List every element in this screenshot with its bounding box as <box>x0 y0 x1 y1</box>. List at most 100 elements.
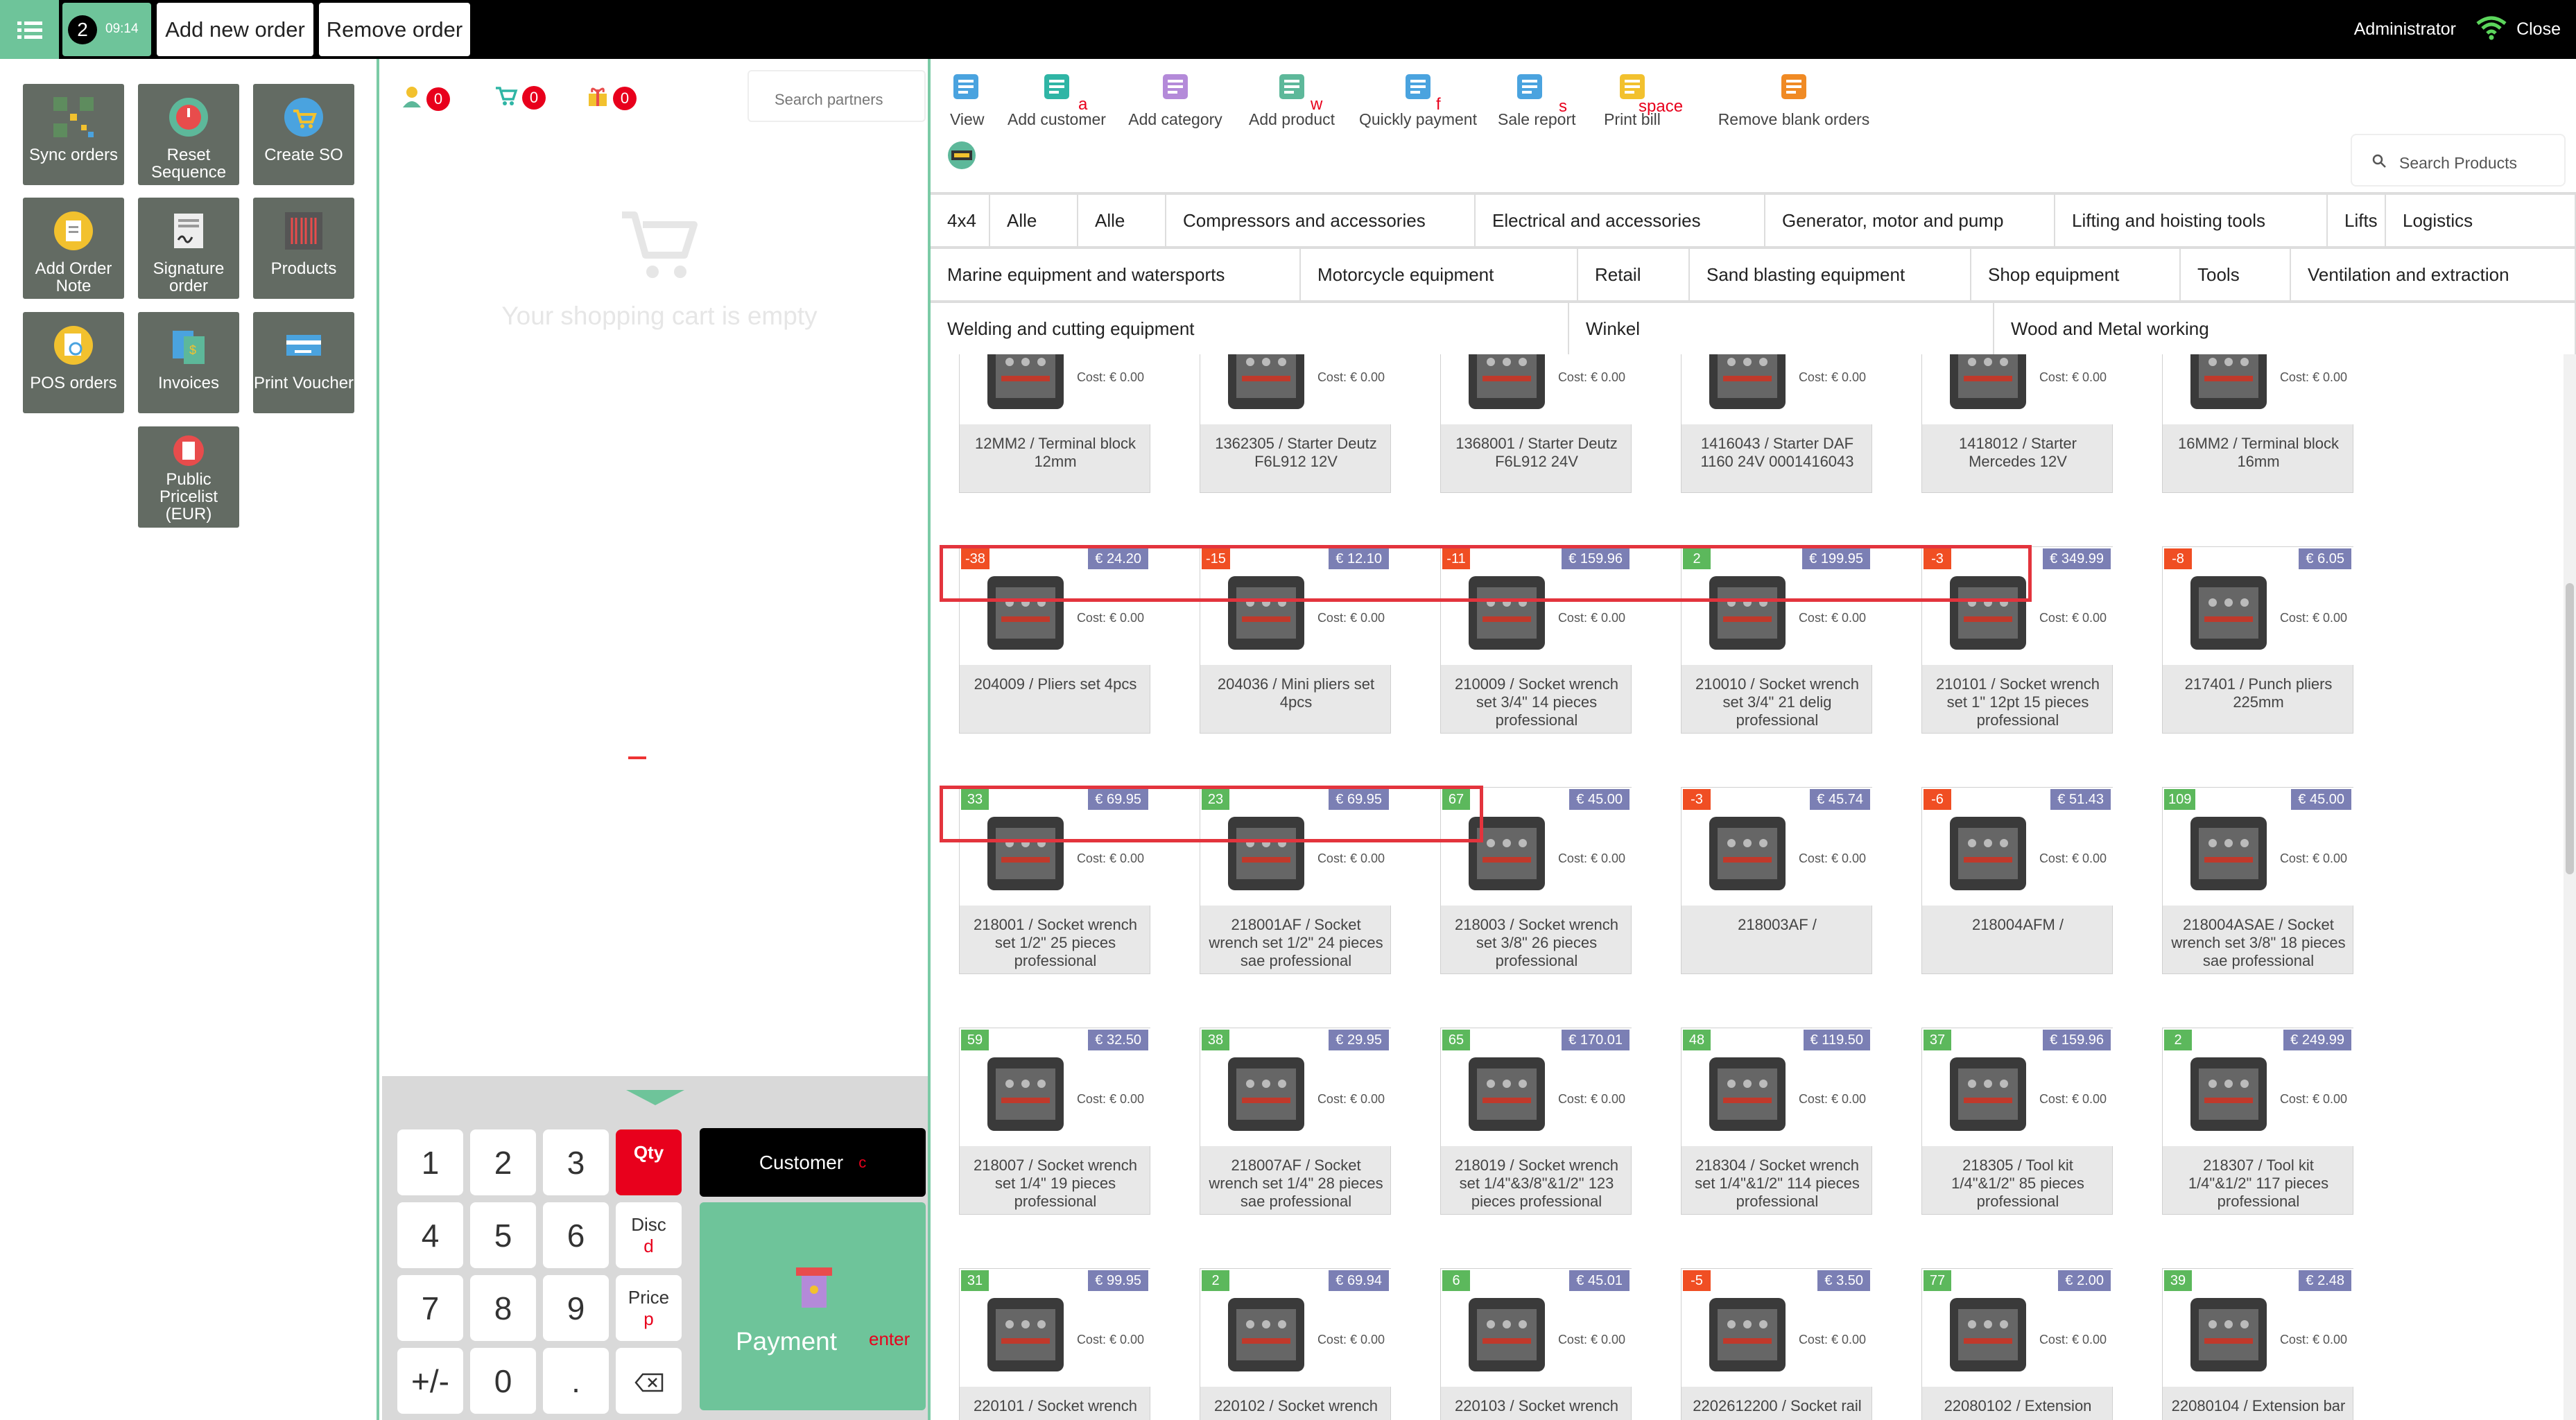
remove-order-button[interactable]: Remove order <box>319 3 470 56</box>
sync-orders-tile[interactable]: Sync orders <box>23 84 124 185</box>
search-partners-input[interactable]: Search partners <box>747 70 926 122</box>
category-tab[interactable]: Lifting and hoisting tools <box>2055 193 2328 248</box>
category-tab[interactable]: Marine equipment and watersports <box>931 248 1301 302</box>
key-8[interactable]: 8 <box>470 1275 536 1341</box>
disc-button[interactable]: Disc d <box>616 1202 682 1268</box>
category-tab[interactable]: Ventilation and extraction <box>2291 248 2576 302</box>
product-card[interactable]: Cost: € 0.00 218003AF / -3 € 45.74 <box>1681 787 1873 974</box>
product-card[interactable]: Cost: € 0.00 218307 / Tool kit 1/4"&1/2" … <box>2162 1028 2354 1215</box>
cart-stat-2[interactable]: 0 <box>494 85 546 110</box>
key-6[interactable]: 6 <box>543 1202 609 1268</box>
product-card[interactable]: Cost: € 0.00 218007 / Socket wrench set 1… <box>959 1028 1151 1215</box>
product-card[interactable]: Cost: € 0.00 218019 / Socket wrench set 1… <box>1440 1028 1632 1215</box>
product-card[interactable]: Cost: € 0.00 220101 / Socket wrench 31 € 99… <box>959 1268 1151 1420</box>
category-tab[interactable]: Sand blasting equipment <box>1690 248 1971 302</box>
product-card[interactable]: Cost: € 0.00 220103 / Socket wrench 6 € 45.… <box>1440 1268 1632 1420</box>
action-add-category[interactable]: Add category <box>1127 69 1224 129</box>
cart-stat-3[interactable]: 0 <box>587 85 637 111</box>
category-tab[interactable]: Electrical and accessories <box>1476 193 1765 248</box>
category-tab[interactable]: Lifts <box>2328 193 2386 248</box>
product-card[interactable]: Cost: € 0.00 1416043 / Starter DAF 1160 2… <box>1681 354 1873 493</box>
category-tab[interactable]: Welding and cutting equipment <box>931 302 1569 356</box>
product-card[interactable]: Cost: € 0.00 22080102 / Extension 77 € 2.00 <box>1921 1268 2113 1420</box>
public-pricelist-tile[interactable]: Public Pricelist (EUR) <box>138 426 239 528</box>
collapse-chevron-icon[interactable] <box>626 1090 684 1105</box>
print-voucher-tile[interactable]: Print Voucher <box>253 312 354 413</box>
product-card[interactable]: Cost: € 0.00 218004AFM / -6 € 51.43 <box>1921 787 2113 974</box>
product-card[interactable]: Cost: € 0.00 210009 / Socket wrench set 3… <box>1440 546 1632 734</box>
drawer-icon[interactable] <box>946 141 978 173</box>
product-card[interactable]: Cost: € 0.00 1418012 / Starter Mercedes 1… <box>1921 354 2113 493</box>
product-card[interactable]: Cost: € 0.00 210010 / Socket wrench set 3… <box>1681 546 1873 734</box>
product-card[interactable]: Cost: € 0.00 218305 / Tool kit 1/4"&1/2" … <box>1921 1028 2113 1215</box>
add-order-note-tile[interactable]: Add Order Note <box>23 198 124 299</box>
customer-button[interactable]: Customer c <box>700 1128 926 1197</box>
key-2[interactable]: 2 <box>470 1129 536 1195</box>
scrollbar[interactable] <box>2564 354 2576 1420</box>
category-tab[interactable]: Alle <box>1078 193 1166 248</box>
action-print-bill[interactable]: Print bill space <box>1594 69 1683 129</box>
product-card[interactable]: Cost: € 0.00 210101 / Socket wrench set 1… <box>1921 546 2113 734</box>
key-plus-minus[interactable]: +/- <box>397 1348 463 1414</box>
key-9[interactable]: 9 <box>543 1275 609 1341</box>
product-card[interactable]: Cost: € 0.00 1362305 / Starter Deutz F6L9… <box>1200 354 1392 493</box>
close-button[interactable]: Close <box>2516 19 2561 40</box>
invoices-tile[interactable]: $ Invoices <box>138 312 239 413</box>
category-tab[interactable]: Generator, motor and pump <box>1765 193 2055 248</box>
search-products-input[interactable]: Search Products <box>2351 134 2566 187</box>
action-add-product[interactable]: Add product w <box>1246 69 1338 129</box>
product-card[interactable]: Cost: € 0.00 218003 / Socket wrench set 3… <box>1440 787 1632 974</box>
order-tab[interactable]: 2 09:14 <box>62 3 151 56</box>
category-tab[interactable]: Wood and Metal working <box>1994 302 2576 356</box>
key-dot[interactable]: . <box>543 1348 609 1414</box>
category-tab[interactable]: Alle <box>990 193 1078 248</box>
product-card[interactable]: Cost: € 0.00 218304 / Socket wrench set 1… <box>1681 1028 1873 1215</box>
key-7[interactable]: 7 <box>397 1275 463 1341</box>
key-0[interactable]: 0 <box>470 1348 536 1414</box>
product-card[interactable]: Cost: € 0.00 218007AF / Socket wrench set… <box>1200 1028 1392 1215</box>
action-sale-report[interactable]: Sale report s <box>1498 69 1576 129</box>
action-remove-blank-orders[interactable]: Remove blank orders <box>1718 69 1870 129</box>
product-card[interactable]: Cost: € 0.00 204036 / Mini pliers set 4pc… <box>1200 546 1392 734</box>
key-1[interactable]: 1 <box>397 1129 463 1195</box>
product-card[interactable]: Cost: € 0.00 2202612200 / Socket rail -5 € … <box>1681 1268 1873 1420</box>
category-tab[interactable]: Shop equipment <box>1971 248 2181 302</box>
product-card[interactable]: Cost: € 0.00 16MM2 / Terminal block 16mm <box>2162 354 2354 493</box>
product-card[interactable]: Cost: € 0.00 220102 / Socket wrench 2 € 69.… <box>1200 1268 1392 1420</box>
action-add-customer[interactable]: Add customer a <box>1005 69 1108 129</box>
category-tab[interactable]: Tools <box>2181 248 2291 302</box>
pos-orders-tile[interactable]: POS orders <box>23 312 124 413</box>
payment-button[interactable]: Payment enter <box>700 1202 926 1410</box>
product-card[interactable]: Cost: € 0.00 204009 / Pliers set 4pcs -38 €… <box>959 546 1151 734</box>
category-tab[interactable]: Winkel <box>1569 302 1994 356</box>
product-card[interactable]: Cost: € 0.00 22080104 / Extension bar 39 € … <box>2162 1268 2354 1420</box>
category-tab[interactable]: 4x4 <box>931 193 990 248</box>
action-quickly-payment[interactable]: Quickly payment f <box>1355 69 1481 129</box>
signature-order-tile[interactable]: Signature order <box>138 198 239 299</box>
scrollbar-thumb[interactable] <box>2566 583 2574 874</box>
product-card[interactable]: Cost: € 0.00 217401 / Punch pliers 225mm -… <box>2162 546 2354 734</box>
product-card[interactable]: Cost: € 0.00 218001 / Socket wrench set 1… <box>959 787 1151 974</box>
category-tab[interactable]: Compressors and accessories <box>1166 193 1476 248</box>
category-tab[interactable]: Logistics <box>2386 193 2576 248</box>
price-button[interactable]: Price p <box>616 1275 682 1341</box>
cart-stat-1[interactable]: 0 <box>401 85 450 112</box>
qty-button[interactable]: Qty <box>616 1129 682 1195</box>
product-card[interactable]: Cost: € 0.00 218001AF / Socket wrench set… <box>1200 787 1392 974</box>
category-tab[interactable]: Motorcycle equipment <box>1301 248 1578 302</box>
key-4[interactable]: 4 <box>397 1202 463 1268</box>
add-new-order-button[interactable]: Add new order <box>157 3 313 56</box>
create-so-tile[interactable]: Create SO <box>253 84 354 185</box>
products-tile[interactable]: Products <box>253 198 354 299</box>
action-view[interactable]: View <box>950 69 984 129</box>
product-cost: Cost: € 0.00 <box>1798 851 1866 865</box>
menu-icon[interactable] <box>0 0 59 59</box>
reset-sequence-tile[interactable]: Reset Sequence <box>138 84 239 185</box>
product-card[interactable]: Cost: € 0.00 218004ASAE / Socket wrench s… <box>2162 787 2354 974</box>
backspace-button[interactable] <box>616 1348 682 1414</box>
key-5[interactable]: 5 <box>470 1202 536 1268</box>
key-3[interactable]: 3 <box>543 1129 609 1195</box>
product-card[interactable]: Cost: € 0.00 1368001 / Starter Deutz F6L9… <box>1440 354 1632 493</box>
category-tab[interactable]: Retail <box>1578 248 1690 302</box>
product-card[interactable]: Cost: € 0.00 12MM2 / Terminal block 12mm <box>959 354 1151 493</box>
